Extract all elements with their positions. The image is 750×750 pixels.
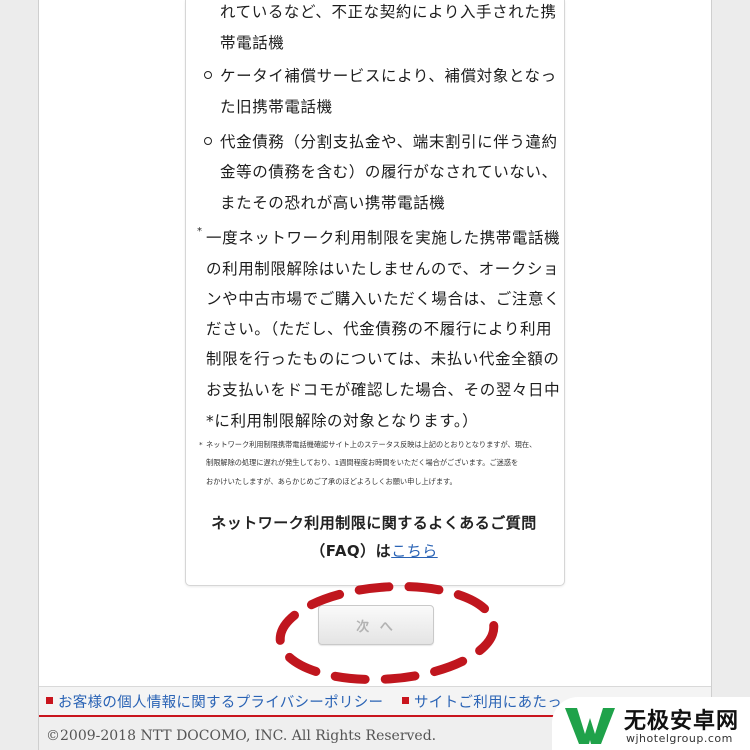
small-print-line: ネットワーク利用制限携帯電話機確認サイト上のステータス反映は上記のとおりとなりま…: [206, 440, 537, 449]
note-text-line: *に利用制限解除の対象となります。）: [206, 412, 479, 430]
note-asterisk: *: [197, 226, 202, 237]
watermark-url: wjhotelgroup.com: [626, 732, 733, 745]
left-gutter: [0, 0, 39, 750]
circle-bullet-icon: [204, 137, 212, 145]
link-arrow-icon: [46, 697, 53, 704]
watermark-logo-icon: [565, 708, 615, 744]
footer-red-rule: [39, 715, 559, 717]
note-text-line: ださい。（ただし、代金債務の不履行により利用: [206, 320, 553, 338]
list-text-line: 帯電話機: [220, 34, 285, 52]
copyright-text: ©2009-2018 NTT DOCOMO, INC. All Rights R…: [46, 728, 437, 744]
note-text-line: 一度ネットワーク利用制限を実施した携帯電話機: [206, 229, 561, 247]
note-text-line: の利用制限解除はいたしませんので、オークショ: [206, 260, 560, 278]
small-note-asterisk: *: [199, 440, 203, 449]
list-text-line: れているなど、不正な契約により入手された携: [220, 3, 557, 21]
list-text-line: またその恐れが高い携帯電話機: [220, 194, 446, 212]
watermark-title: 无极安卓网: [624, 709, 740, 734]
faq-line: （FAQ）はこちら: [185, 540, 563, 561]
footer-link-terms[interactable]: サイトご利用にあたっ: [414, 691, 562, 712]
faq-heading: ネットワーク利用制限に関するよくあるご質問: [211, 514, 537, 532]
right-gutter: [711, 0, 750, 750]
note-text-line: お支払いをドコモが確認した場合、その翌々日中: [206, 381, 561, 399]
footer-link-privacy[interactable]: お客様の個人情報に関するプライバシーポリシー: [58, 691, 383, 712]
circle-bullet-icon: [204, 71, 212, 79]
small-print-line: おかけいたしますが、あらかじめご了承のほどよろしくお願い申し上げます。: [206, 477, 457, 486]
faq-prefix: （FAQ）は: [310, 542, 392, 560]
small-print-line: 制限解除の処理に遅れが発生しており、1週間程度お時間をいただく場合がございます。…: [206, 458, 519, 467]
faq-link[interactable]: こちら: [391, 542, 438, 560]
list-text-line: ケータイ補償サービスにより、補償対象となっ: [220, 67, 557, 85]
link-arrow-icon: [402, 697, 409, 704]
list-text-line: 金等の債務を含む）の履行がなされていない、: [220, 163, 558, 181]
note-text-line: 制限を行ったものについては、未払い代金全額の: [206, 350, 560, 368]
next-button[interactable]: 次 へ: [318, 605, 434, 645]
list-text-line: 代金債務（分割支払金や、端末割引に伴う違約: [220, 133, 558, 151]
note-text-line: ンや中古市場でご購入いただく場合は、ご注意く: [206, 290, 561, 308]
list-text-line: た旧携帯電話機: [220, 98, 333, 116]
